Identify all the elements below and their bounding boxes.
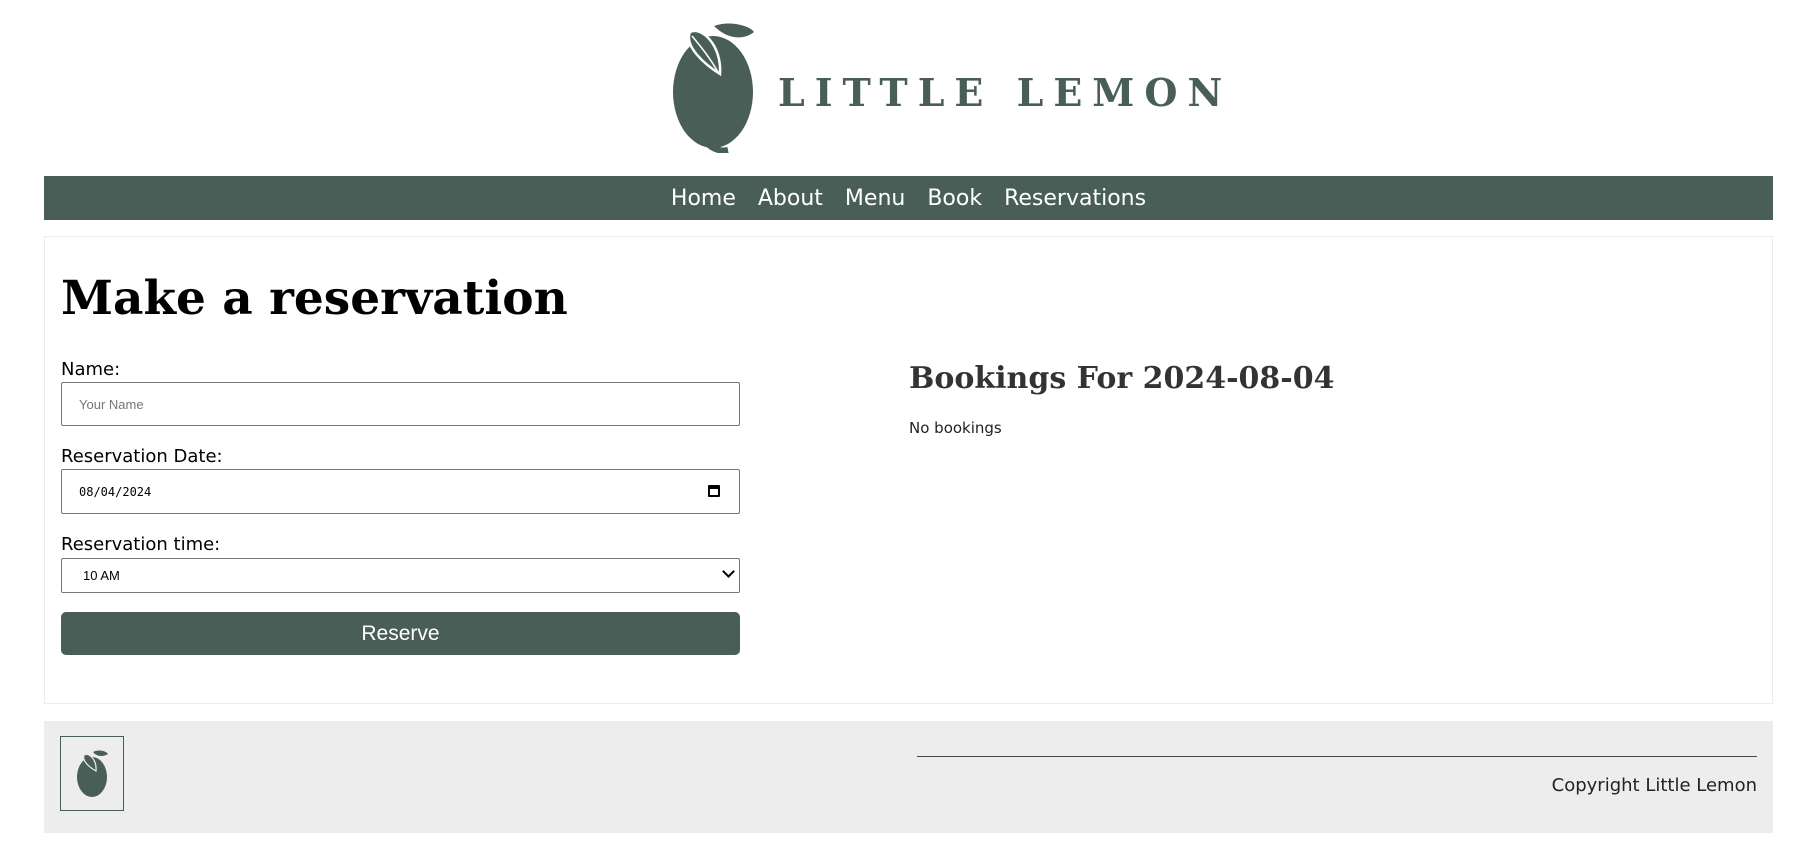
nav-home[interactable]: Home xyxy=(671,186,736,211)
time-value: 10 AM xyxy=(83,568,120,583)
nav-about[interactable]: About xyxy=(758,186,823,211)
bookings-empty-text: No bookings xyxy=(909,419,1002,437)
page-title: Make a reservation xyxy=(61,271,568,326)
date-value: 08/04/2024 xyxy=(79,484,152,499)
nav-menu[interactable]: Menu xyxy=(845,186,905,211)
reservation-panel: Make a reservation Name: Your Name Reser… xyxy=(44,236,1773,704)
site-footer: Copyright Little Lemon xyxy=(44,721,1773,833)
chevron-down-icon[interactable] xyxy=(722,565,735,578)
time-select[interactable]: 10 AM xyxy=(61,558,740,593)
main-nav: Home About Menu Book Reservations xyxy=(44,176,1773,220)
date-input[interactable]: 08/04/2024 xyxy=(61,469,740,514)
brand-name: LITTLE LEMON xyxy=(778,70,1233,115)
nav-book[interactable]: Book xyxy=(927,186,982,211)
name-placeholder: Your Name xyxy=(79,396,144,412)
time-label: Reservation time: xyxy=(61,534,221,555)
footer-logo[interactable] xyxy=(60,736,124,811)
lemon-logo-icon[interactable] xyxy=(672,20,755,153)
reserve-button[interactable]: Reserve xyxy=(61,612,740,655)
date-label: Reservation Date: xyxy=(61,446,223,467)
lemon-icon xyxy=(77,750,108,797)
calendar-icon[interactable] xyxy=(708,485,720,497)
copyright-text: Copyright Little Lemon xyxy=(1551,775,1757,796)
bookings-title: Bookings For 2024-08-04 xyxy=(909,361,1335,396)
footer-divider xyxy=(917,756,1757,757)
nav-reservations[interactable]: Reservations xyxy=(1004,186,1146,211)
site-header: LITTLE LEMON xyxy=(0,0,1798,176)
name-input[interactable]: Your Name xyxy=(61,382,740,426)
name-label: Name: xyxy=(61,359,121,380)
